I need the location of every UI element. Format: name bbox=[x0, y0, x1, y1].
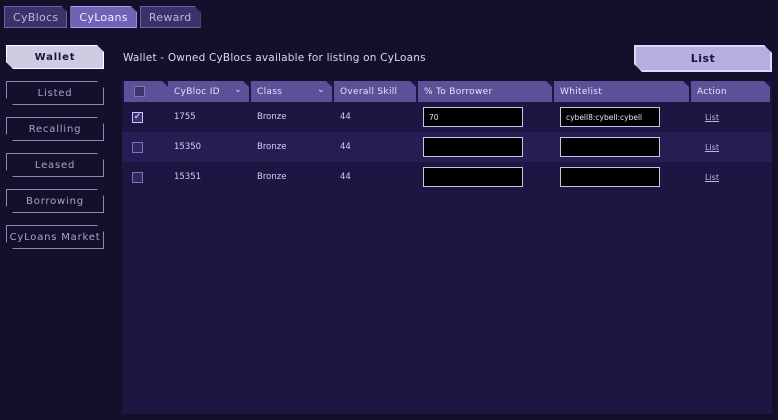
header-cybloc-id-label: CyBloc ID bbox=[174, 86, 220, 97]
percent-cell bbox=[423, 132, 523, 162]
header-select-all[interactable] bbox=[124, 81, 168, 102]
header-overall-skill-label: Overall Skill bbox=[340, 86, 398, 97]
page-title: Wallet - Owned CyBlocs available for lis… bbox=[123, 52, 426, 64]
whitelist-cell: cybell8:cybell:cybell bbox=[560, 102, 660, 132]
whitelist-input[interactable]: cybell8:cybell:cybell bbox=[560, 107, 660, 127]
tab-cyblocs[interactable]: CyBlocs bbox=[4, 6, 67, 28]
whitelist-cell bbox=[560, 162, 660, 192]
whitelist-input[interactable] bbox=[560, 167, 660, 187]
class-cell: Bronze bbox=[257, 112, 287, 122]
cybloc-table: CyBloc ID ⌄ Class ⌄ Overall Skill % To B… bbox=[122, 81, 772, 414]
sidebar-item-leased[interactable]: Leased bbox=[6, 153, 104, 177]
action-cell: List bbox=[705, 102, 719, 132]
list-button[interactable]: List bbox=[634, 45, 772, 72]
tab-cyloans[interactable]: CyLoans bbox=[70, 6, 136, 28]
row-checkbox[interactable]: ✓ bbox=[132, 111, 143, 123]
percent-cell bbox=[423, 162, 523, 192]
cybloc-id-cell: 15350 bbox=[174, 142, 202, 152]
chevron-down-icon[interactable]: ⌄ bbox=[317, 85, 325, 95]
sidebar-item-recalling[interactable]: Recalling bbox=[6, 117, 104, 141]
table-header: CyBloc ID ⌄ Class ⌄ Overall Skill % To B… bbox=[122, 81, 772, 102]
list-action-link[interactable]: List bbox=[705, 113, 719, 122]
action-cell: List bbox=[705, 132, 719, 162]
header-to-borrower: % To Borrower bbox=[418, 81, 552, 102]
sidebar-item-wallet[interactable]: Wallet bbox=[6, 45, 104, 69]
header-action: Action bbox=[691, 81, 770, 102]
cybloc-id-cell: 1755 bbox=[174, 112, 196, 122]
header-whitelist: Whitelist bbox=[554, 81, 689, 102]
percent-input[interactable]: 70 bbox=[423, 107, 523, 127]
tab-reward[interactable]: Reward bbox=[140, 6, 201, 28]
top-tab-bar: CyBlocs CyLoans Reward bbox=[4, 6, 201, 30]
row-select-cell: ✓ bbox=[132, 102, 143, 132]
percent-cell: 70 bbox=[423, 102, 523, 132]
list-action-link[interactable]: List bbox=[705, 143, 719, 152]
table-row: ✓ 1755 Bronze 44 70 cybell8:cybell:cybel… bbox=[122, 102, 772, 132]
row-checkbox[interactable] bbox=[132, 141, 143, 153]
skill-cell: 44 bbox=[340, 142, 351, 152]
table-row: 15351 Bronze 44 List bbox=[122, 162, 772, 192]
header-to-borrower-label: % To Borrower bbox=[424, 86, 493, 97]
header-whitelist-label: Whitelist bbox=[560, 86, 603, 97]
whitelist-cell bbox=[560, 132, 660, 162]
row-select-cell bbox=[132, 162, 143, 192]
sidebar-item-borrowing[interactable]: Borrowing bbox=[6, 189, 104, 213]
sidebar-item-listed[interactable]: Listed bbox=[6, 81, 104, 105]
sidebar-item-cyloans-market[interactable]: CyLoans Market bbox=[6, 225, 104, 249]
class-cell: Bronze bbox=[257, 142, 287, 152]
header-action-label: Action bbox=[697, 86, 727, 97]
select-all-checkbox[interactable] bbox=[134, 86, 145, 97]
table-row: 15350 Bronze 44 List bbox=[122, 132, 772, 162]
row-checkbox[interactable] bbox=[132, 171, 143, 183]
header-cybloc-id[interactable]: CyBloc ID ⌄ bbox=[168, 81, 249, 102]
class-cell: Bronze bbox=[257, 172, 287, 182]
header-class[interactable]: Class ⌄ bbox=[251, 81, 332, 102]
row-select-cell bbox=[132, 132, 143, 162]
header-class-label: Class bbox=[257, 86, 283, 97]
action-cell: List bbox=[705, 162, 719, 192]
percent-input[interactable] bbox=[423, 167, 523, 187]
skill-cell: 44 bbox=[340, 172, 351, 182]
cybloc-id-cell: 15351 bbox=[174, 172, 202, 182]
chevron-down-icon[interactable]: ⌄ bbox=[234, 85, 242, 95]
sidebar: Wallet Listed Recalling Leased Borrowing… bbox=[6, 45, 104, 261]
list-action-link[interactable]: List bbox=[705, 173, 719, 182]
header-overall-skill: Overall Skill bbox=[334, 81, 416, 102]
percent-input[interactable] bbox=[423, 137, 523, 157]
skill-cell: 44 bbox=[340, 112, 351, 122]
whitelist-input[interactable] bbox=[560, 137, 660, 157]
